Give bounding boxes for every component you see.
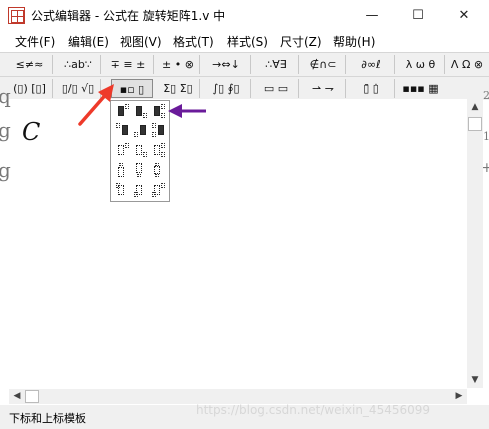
misc-symbols-palette-button[interactable]: ∂∞ℓ	[348, 55, 395, 74]
maximize-icon: ☐	[412, 8, 424, 23]
purple-annotation-arrow	[168, 104, 206, 118]
spaces-palette-button[interactable]: ∴ab∵	[56, 55, 101, 74]
horizontal-scroll-thumb[interactable]	[25, 390, 39, 403]
minimize-button[interactable]: —	[349, 0, 395, 31]
horizontal-scrollbar[interactable]: ◀ ▶	[9, 389, 467, 404]
left-sub-superscript-template-icon[interactable]	[152, 123, 166, 137]
underbar-overbar-templates-button[interactable]: ▭ ▭	[254, 79, 299, 98]
menu-style[interactable]: 样式(S)	[227, 33, 268, 50]
arrows-palette-button[interactable]: →⇔↓	[202, 55, 251, 74]
left-over-template-icon[interactable]	[116, 183, 130, 197]
background-char: g	[0, 118, 11, 142]
equation-char[interactable]: C	[22, 118, 40, 146]
status-text: 下标和上标模板	[9, 412, 86, 425]
chevron-right-icon: ▶	[455, 391, 463, 401]
watermark-text: https://blog.csdn.net/weixin_45456099	[196, 403, 431, 417]
window-title: 公式编辑器 - 公式在 旋转矩阵1.v 中	[31, 9, 226, 23]
chevron-down-icon: ▼	[471, 375, 479, 385]
greek-lowercase-palette-button[interactable]: λ ω θ	[397, 55, 445, 74]
empty-superscript-template-icon[interactable]	[116, 143, 130, 157]
chevron-up-icon: ▲	[471, 102, 479, 112]
menu-bar: 文件(F) 编辑(E) 视图(V) 格式(T) 样式(S) 尺寸(Z) 帮助(H…	[0, 31, 489, 51]
fence-templates-button[interactable]: (▯) [▯]	[7, 79, 53, 98]
equation-editing-area[interactable]	[9, 99, 468, 379]
menu-help[interactable]: 帮助(H)	[333, 33, 375, 50]
empty-sub-superscript-template-icon[interactable]	[152, 143, 166, 157]
products-templates-button[interactable]: ▯̄ ▯̇	[348, 79, 395, 98]
subscript-template-icon[interactable]	[134, 104, 148, 118]
vertical-scroll-thumb[interactable]	[468, 117, 482, 131]
minimize-icon: —	[365, 8, 379, 23]
red-annotation-arrow	[78, 84, 114, 126]
scroll-down-button[interactable]: ▼	[467, 372, 483, 388]
app-icon	[8, 7, 25, 24]
symbol-toolbar: ≤≠≈ ∴ab∵ ∓ ≡ ± ± • ⊗ →⇔↓ ∴∀∃ ∉∩⊂ ∂∞ℓ λ ω…	[0, 52, 489, 76]
underscript-template-icon[interactable]	[134, 163, 148, 177]
operators-palette-button[interactable]: ± • ⊗	[157, 55, 200, 74]
over-underscript-template-icon[interactable]	[152, 163, 166, 177]
summation-templates-button[interactable]: Σ▯ Σ▯	[157, 79, 200, 98]
vertical-scrollbar[interactable]: ▲ ▼	[467, 99, 483, 388]
set-theory-palette-button[interactable]: ∉∩⊂	[301, 55, 346, 74]
labeled-arrow-templates-button[interactable]: ⇀ ⇁	[301, 79, 346, 98]
tensor-template-icon[interactable]	[152, 183, 166, 197]
scroll-left-button[interactable]: ◀	[9, 389, 25, 404]
maximize-button[interactable]: ☐	[395, 0, 441, 31]
background-char: 2	[483, 89, 489, 102]
scroll-right-button[interactable]: ▶	[451, 389, 467, 404]
chevron-left-icon: ◀	[13, 391, 21, 401]
empty-subscript-template-icon[interactable]	[134, 143, 148, 157]
left-subscript-template-icon[interactable]	[134, 123, 148, 137]
scroll-up-button[interactable]: ▲	[467, 99, 483, 115]
background-char: g	[0, 158, 11, 182]
background-char: q	[0, 84, 11, 108]
left-under-template-icon[interactable]	[134, 183, 148, 197]
integral-templates-button[interactable]: ∫▯ ∮▯	[202, 79, 251, 98]
greek-uppercase-palette-button[interactable]: Λ Ω ⊗	[447, 55, 487, 74]
overscript-template-icon[interactable]	[116, 163, 130, 177]
close-button[interactable]: ✕	[441, 0, 487, 31]
menu-edit[interactable]: 编辑(E)	[68, 33, 109, 50]
close-icon: ✕	[458, 8, 470, 23]
menu-size[interactable]: 尺寸(Z)	[280, 33, 322, 50]
matrix-templates-button[interactable]: ▪▪▪ ▦	[397, 79, 444, 98]
relations-palette-button[interactable]: ≤≠≈	[7, 55, 53, 74]
menu-format[interactable]: 格式(T)	[173, 33, 214, 50]
title-bar: 公式编辑器 - 公式在 旋转矩阵1.v 中 — ☐ ✕	[0, 0, 489, 31]
sub-superscript-template-icon[interactable]	[152, 104, 166, 118]
menu-file[interactable]: 文件(F)	[15, 33, 55, 50]
equation-editor-window: 公式编辑器 - 公式在 旋转矩阵1.v 中 — ☐ ✕ 文件(F) 编辑(E) …	[0, 0, 489, 429]
background-char: 1	[483, 130, 489, 143]
logic-palette-button[interactable]: ∴∀∃	[254, 55, 299, 74]
menu-view[interactable]: 视图(V)	[120, 33, 162, 50]
embellishments-palette-button[interactable]: ∓ ≡ ±	[103, 55, 154, 74]
